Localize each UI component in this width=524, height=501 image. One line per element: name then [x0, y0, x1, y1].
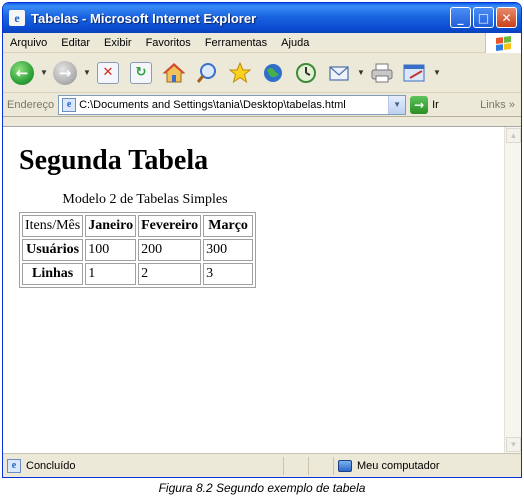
edit-button[interactable] [400, 58, 430, 88]
status-divider [308, 456, 333, 475]
back-icon: ← [10, 60, 34, 85]
data-table: Itens/Mês Janeiro Fevereiro Março Usuári… [19, 212, 257, 288]
security-zone: Meu computador [333, 456, 483, 475]
forward-icon: → [53, 60, 77, 85]
go-arrow-icon: → [410, 95, 429, 114]
document-body: Segunda Tabela Modelo 2 de Tabelas Simpl… [3, 145, 521, 288]
table-cell: 2 [138, 263, 202, 285]
mail-dropdown-icon[interactable]: ▼ [357, 68, 365, 77]
browser-window: e Tabelas - Microsoft Internet Explorer … [2, 2, 522, 478]
history-button[interactable] [291, 58, 321, 88]
status-pane: e Concluído [3, 458, 283, 473]
window-title: Tabelas - Microsoft Internet Explorer [31, 10, 257, 26]
search-button[interactable] [192, 58, 222, 88]
table-row: Usuários 100 200 300 [22, 239, 254, 261]
go-button[interactable]: → Ir [410, 95, 439, 114]
header-cell: Março [203, 215, 254, 237]
close-icon: ✕ [501, 10, 512, 25]
forward-dropdown-icon[interactable]: ▼ [83, 68, 91, 77]
media-button[interactable] [258, 58, 288, 88]
search-icon [196, 62, 216, 83]
address-url[interactable]: C:\Documents and Settings\tania\Desktop\… [79, 99, 346, 111]
header-cell: Itens/Mês [22, 215, 84, 237]
page-done-icon: e [7, 458, 21, 473]
menu-favoritos[interactable]: Favoritos [139, 37, 198, 49]
links-button[interactable]: Links » [480, 99, 515, 111]
table-cell: 200 [138, 239, 202, 261]
page-heading: Segunda Tabela [19, 145, 209, 176]
links-label: Links [480, 98, 506, 111]
table-cell: 1 [85, 263, 137, 285]
back-button[interactable]: ← [7, 58, 37, 88]
table-row: Linhas 1 2 3 [22, 263, 254, 285]
status-divider [283, 456, 308, 475]
mail-button[interactable] [324, 58, 354, 88]
back-dropdown-icon[interactable]: ▼ [40, 68, 48, 77]
minimize-icon: _ [457, 10, 464, 25]
go-label: Ir [432, 98, 439, 111]
favorites-button[interactable] [225, 58, 255, 88]
chevron-right-icon: » [508, 98, 515, 111]
table-cell: 100 [85, 239, 137, 261]
menu-bar: Arquivo Editar Exibir Favoritos Ferramen… [3, 33, 521, 53]
history-icon [296, 62, 316, 83]
minimize-button[interactable]: _ [450, 7, 471, 28]
address-dropdown-icon[interactable]: ▼ [388, 95, 406, 114]
address-input[interactable]: e C:\Documents and Settings\tania\Deskto… [58, 94, 407, 115]
menu-arquivo[interactable]: Arquivo [3, 37, 54, 49]
refresh-icon: ↻ [130, 61, 152, 84]
edit-dropdown-icon[interactable]: ▼ [433, 68, 441, 77]
zone-text: Meu computador [357, 459, 440, 472]
menu-ferramentas[interactable]: Ferramentas [198, 37, 274, 49]
print-button[interactable] [367, 58, 397, 88]
table-header-row: Itens/Mês Janeiro Fevereiro Março [22, 215, 254, 237]
print-icon [371, 63, 393, 82]
edit-icon [403, 64, 425, 81]
table-cell: 300 [203, 239, 254, 261]
header-cell: Janeiro [85, 215, 137, 237]
media-icon [264, 63, 282, 82]
scroll-up-icon[interactable]: ▲ [506, 128, 521, 143]
status-text: Concluído [26, 459, 76, 472]
my-computer-icon [338, 459, 352, 472]
maximize-button[interactable]: □ [473, 7, 494, 28]
ie-logo-icon: e [9, 10, 25, 26]
header-cell: Fevereiro [138, 215, 202, 237]
forward-button[interactable]: → [50, 58, 80, 88]
address-label: Endereço [7, 98, 55, 111]
page-content: Segunda Tabela Modelo 2 de Tabelas Simpl… [3, 126, 521, 453]
status-bar: e Concluído Meu computador [3, 453, 521, 477]
row-label: Usuários [22, 239, 84, 261]
menu-exibir[interactable]: Exibir [97, 37, 139, 49]
home-icon [162, 62, 186, 82]
vertical-scrollbar[interactable]: ▲ ▼ [504, 127, 521, 453]
close-button[interactable]: ✕ [496, 7, 517, 28]
stop-button[interactable]: ✕ [93, 58, 123, 88]
scroll-down-icon[interactable]: ▼ [506, 437, 521, 452]
table-caption: Modelo 2 de Tabelas Simples [62, 192, 228, 207]
title-bar[interactable]: e Tabelas - Microsoft Internet Explorer … [3, 3, 521, 33]
caption-buttons: _ □ ✕ [450, 7, 517, 28]
address-bar: Endereço e C:\Documents and Settings\tan… [3, 93, 521, 117]
figure-caption: Figura 8.2 Segundo exemplo de tabela [158, 481, 366, 495]
mail-icon [329, 65, 349, 81]
standard-toolbar: ← ▼ → ▼ ✕ ↻ ▼ ▼ [3, 53, 521, 93]
stop-icon: ✕ [97, 61, 119, 84]
table-cell: 3 [203, 263, 254, 285]
favorites-icon [228, 61, 252, 83]
menu-ajuda[interactable]: Ajuda [274, 37, 316, 49]
page-icon: e [62, 97, 77, 112]
windows-logo-icon [485, 33, 521, 53]
refresh-button[interactable]: ↻ [126, 58, 156, 88]
menu-editar[interactable]: Editar [54, 37, 97, 49]
home-button[interactable] [159, 58, 189, 88]
row-label: Linhas [22, 263, 84, 285]
maximize-icon: □ [477, 10, 490, 25]
